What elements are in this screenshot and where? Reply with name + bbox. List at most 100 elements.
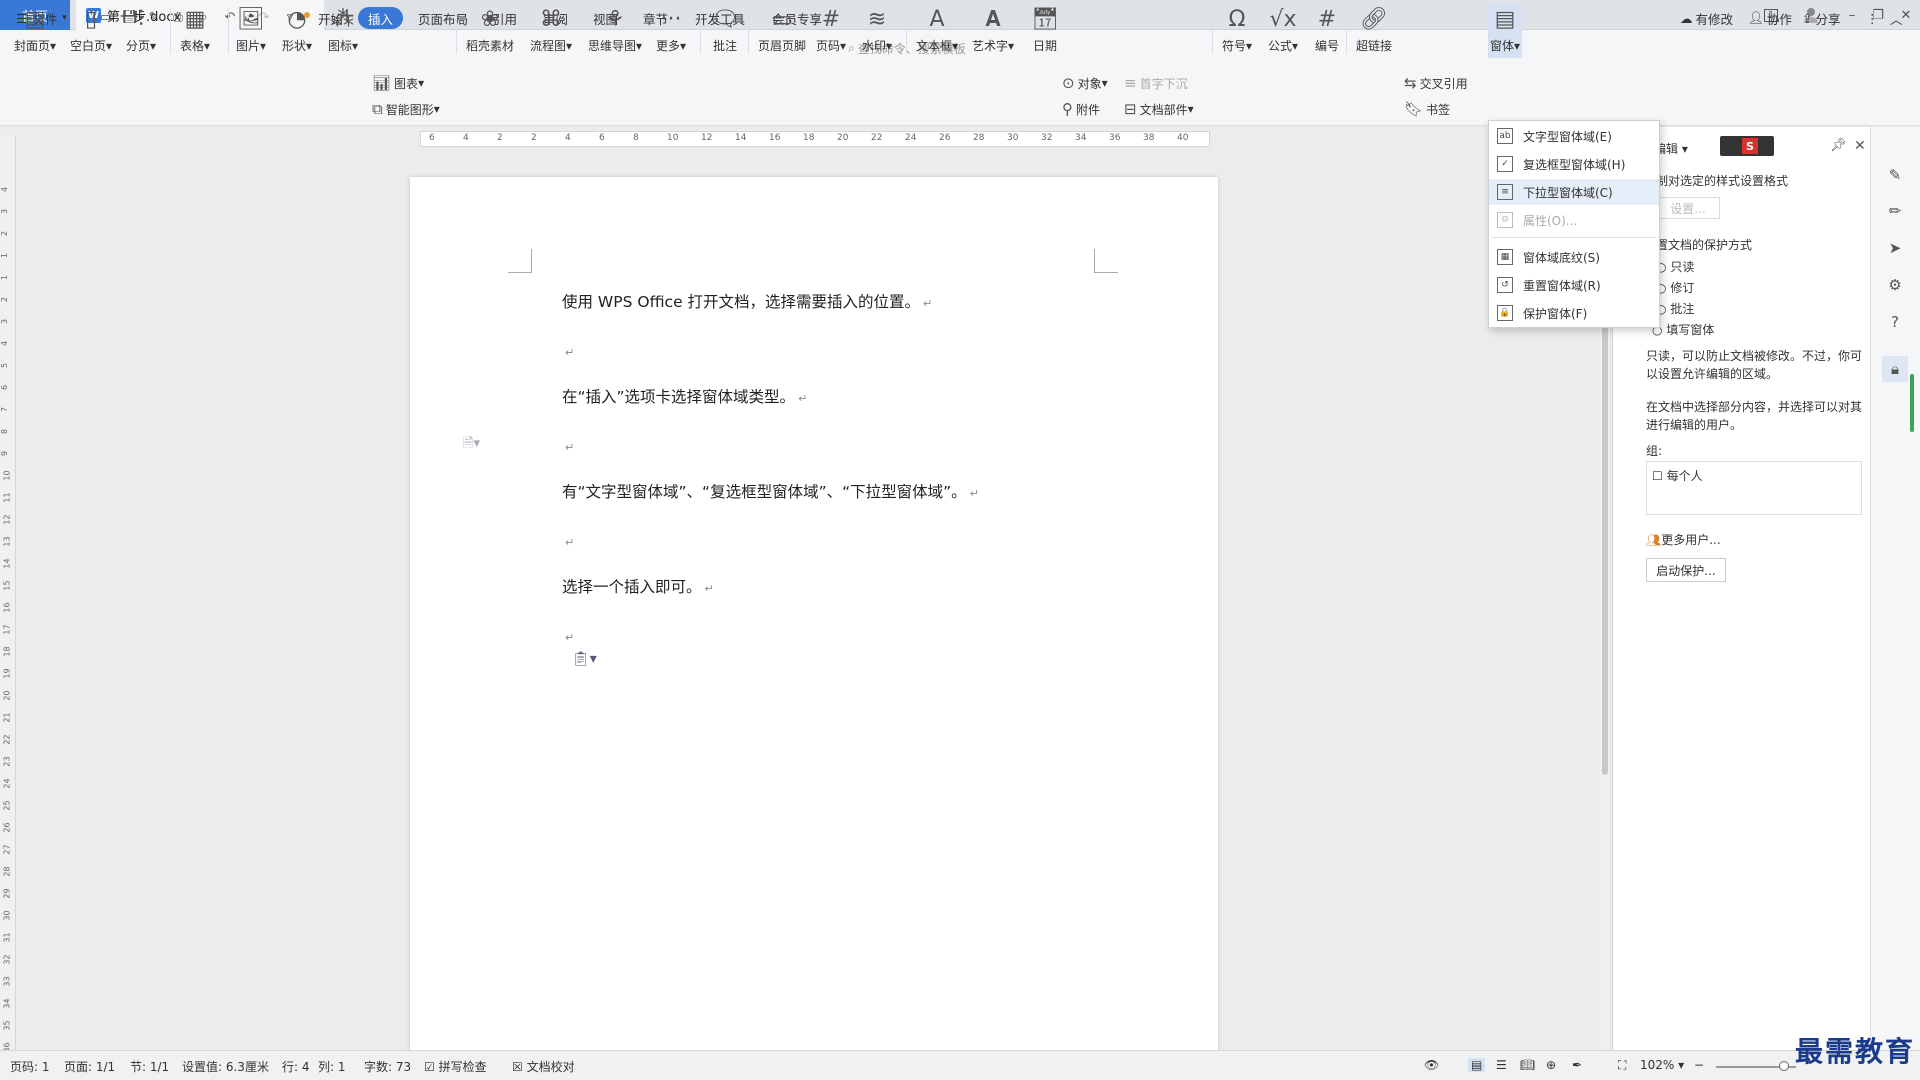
- wordart-button[interactable]: 𝐀 艺术字▾: [972, 4, 1014, 54]
- document-line[interactable]: 使用 WPS Office 打开文档，选择需要插入的位置。 ↵: [562, 290, 932, 312]
- settings-button[interactable]: 设置...: [1656, 197, 1720, 219]
- page-break-button[interactable]: ⫶ 分页▾: [126, 4, 156, 54]
- cursor-icon[interactable]: ➤: [1882, 235, 1908, 261]
- write-view-icon[interactable]: ✒: [1572, 1058, 1582, 1072]
- flowchart-button[interactable]: ⌘ 流程图▾: [530, 4, 572, 54]
- status-setting[interactable]: 设置值: 6.3厘米: [182, 1058, 269, 1075]
- style-icon[interactable]: ✎: [1882, 162, 1908, 188]
- page-view-icon[interactable]: ▤: [1468, 1058, 1486, 1072]
- ruler-tick-label: 24: [2, 778, 12, 789]
- edit-icon[interactable]: ✏: [1882, 198, 1908, 224]
- doc-proof-button[interactable]: ☒ 文档校对: [512, 1058, 575, 1075]
- eye-protection-icon[interactable]: 👁︎: [1424, 1058, 1439, 1072]
- document-empty-line[interactable]: ↵: [562, 437, 574, 455]
- dropdown-item-reset-fields[interactable]: ↺ 重置窗体域(R): [1489, 272, 1659, 298]
- spell-check-button[interactable]: ☑ 拼写检查: [424, 1058, 487, 1075]
- horizontal-ruler[interactable]: 6 4 2 2 4 6 8 10 12 14 16 18 20 22 24 26 28 30 32 34 36 38 40: [420, 131, 1210, 147]
- blank-page-button[interactable]: ▯ 空白页▾: [70, 4, 112, 54]
- help-icon[interactable]: ?: [1882, 309, 1908, 335]
- status-words[interactable]: 字数: 73: [364, 1058, 411, 1075]
- zoom-out-button[interactable]: −: [1694, 1058, 1704, 1072]
- hyperlink-button[interactable]: 🔗︎ 超链接: [1356, 4, 1392, 54]
- shape-button[interactable]: ◔ 形状▾: [282, 4, 312, 54]
- mindmap-button[interactable]: ⚘ 思维导图▾: [588, 4, 642, 54]
- dropdown-item-label: 窗体域底纹(S): [1523, 250, 1600, 265]
- modified-button[interactable]: ☁ 有修改: [1680, 7, 1733, 29]
- zoom-level-dropdown[interactable]: 102% ▾: [1640, 1058, 1684, 1072]
- header-footer-button[interactable]: ▭ 页眉页脚: [758, 4, 806, 54]
- material-button[interactable]: ❀ 稻壳素材: [466, 4, 514, 54]
- dropdown-item-field-shading[interactable]: ▦ 窗体域底纹(S): [1489, 244, 1659, 270]
- minimize-button[interactable]: –: [1838, 0, 1866, 30]
- form-button[interactable]: ▤ 窗体▾: [1488, 4, 1523, 58]
- tab-insert[interactable]: 插入: [358, 7, 404, 29]
- reading-view-icon[interactable]: 📖︎: [1520, 1058, 1535, 1072]
- form-icon: ▤: [1494, 6, 1516, 32]
- textbox-button[interactable]: A 文本框▾: [916, 4, 958, 54]
- dropdown-item-properties[interactable]: ⚙ 属性(O)...: [1489, 207, 1659, 233]
- dropdown-item-protect-form[interactable]: 🔒 保护窗体(F): [1489, 300, 1659, 326]
- comment-button[interactable]: 🗨︎ 批注: [710, 4, 740, 54]
- dropdown-item-dropdown-field[interactable]: ≡ 下拉型窗体域(C): [1489, 179, 1659, 205]
- status-page[interactable]: 页码: 1: [10, 1058, 50, 1075]
- document-line[interactable]: 选择一个插入即可。 ↵: [562, 575, 714, 597]
- web-view-icon[interactable]: ⊕: [1546, 1058, 1556, 1072]
- status-section[interactable]: 节: 1/1: [130, 1058, 169, 1075]
- dropcap-button[interactable]: ≡ 首字下沉: [1124, 74, 1188, 92]
- collapse-ribbon-icon[interactable]: ︿: [1890, 7, 1903, 29]
- radio-comments[interactable]: ○ 批注: [1656, 300, 1694, 317]
- tab-page-layout[interactable]: 页面布局: [418, 7, 468, 29]
- pin-pane-icon[interactable]: 📌︎: [1830, 138, 1847, 153]
- paste-options-icon[interactable]: 📋︎▾: [572, 651, 597, 667]
- paragraph-handle-icon[interactable]: 🗎︎▾: [463, 434, 480, 456]
- document-empty-line[interactable]: ↵: [562, 342, 574, 360]
- ime-toolbar[interactable]: S: [1720, 136, 1774, 156]
- more-button[interactable]: ··· 更多▾: [656, 4, 686, 54]
- radio-revisions[interactable]: ○ 修订: [1656, 279, 1694, 296]
- collab-button[interactable]: 👤︎ 协作: [1748, 7, 1792, 29]
- crossref-button[interactable]: ⇆ 交叉引用: [1404, 74, 1468, 92]
- dropdown-item-text-field[interactable]: ab 文字型窗体域(E): [1489, 123, 1659, 149]
- restrict-format-option[interactable]: 制对选定的样式设置格式: [1656, 172, 1788, 189]
- document-empty-line[interactable]: ↵: [562, 532, 574, 550]
- page-number-button[interactable]: # 页码▾: [816, 4, 846, 54]
- status-pages[interactable]: 页面: 1/1: [64, 1058, 115, 1075]
- fit-page-icon[interactable]: ⛶: [1618, 1058, 1626, 1073]
- smartart-button[interactable]: ⧉ 智能图形 ▾: [372, 100, 440, 118]
- symbol-button[interactable]: Ω 符号▾: [1222, 4, 1252, 54]
- start-protection-button[interactable]: 启动保护...: [1646, 558, 1726, 582]
- document-empty-line[interactable]: ↵: [562, 627, 574, 645]
- formula-button[interactable]: √x 公式▾: [1268, 4, 1298, 54]
- protect-way-option[interactable]: 置文档的保护方式: [1656, 236, 1752, 253]
- document-line[interactable]: 有“文字型窗体域”、“复选框型窗体域”、“下拉型窗体域”。 ↵: [562, 480, 979, 502]
- numbering-button[interactable]: # 编号: [1312, 4, 1342, 54]
- cover-page-button[interactable]: ▤ 封面页▾: [14, 4, 56, 54]
- outline-view-icon[interactable]: ☰: [1496, 1058, 1507, 1072]
- dropdown-item-checkbox-field[interactable]: ✓ 复选框型窗体域(H): [1489, 151, 1659, 177]
- more-options-icon[interactable]: ⋮: [1866, 7, 1879, 29]
- zoom-slider-handle[interactable]: [1779, 1061, 1789, 1071]
- bookmark-button[interactable]: 🔖︎ 书签: [1404, 100, 1450, 118]
- everyone-checkbox[interactable]: ☐ 每个人: [1652, 467, 1703, 484]
- object-button[interactable]: ⊙ 对象 ▾: [1062, 74, 1108, 92]
- table-button[interactable]: ▦ 表格▾: [180, 4, 210, 54]
- ruler-tick-label: 14: [2, 558, 12, 569]
- more-users-link[interactable]: 👥︎更多用户...: [1646, 531, 1721, 548]
- document-line[interactable]: 在“插入”选项卡选择窗体域类型。 ↵: [562, 385, 807, 407]
- chart-button[interactable]: 📊︎ 图表 ▾: [372, 74, 424, 92]
- share-button[interactable]: ⇪ 分享: [1802, 7, 1841, 29]
- watermark-button[interactable]: ≋ 水印▾: [862, 4, 892, 54]
- vertical-ruler[interactable]: 4 3 2 1 1 2 3 4 5 6 7 8 9 10 11 12 13 14 15 16 17 18 19 20 21 22 2…: [0, 135, 16, 1053]
- lock-icon[interactable]: 🔒︎: [1882, 356, 1908, 382]
- date-button[interactable]: 📅︎ 日期: [1030, 4, 1060, 54]
- picture-button[interactable]: 🖼︎ 图片▾: [236, 4, 266, 54]
- radio-readonly[interactable]: ○ 只读: [1656, 258, 1694, 275]
- adjust-icon[interactable]: ⚙: [1882, 272, 1908, 298]
- status-col[interactable]: 列: 1: [318, 1058, 346, 1075]
- icons-button[interactable]: ⁂ 图标▾: [328, 4, 358, 54]
- docparts-button[interactable]: ⊟ 文档部件 ▾: [1124, 100, 1194, 118]
- attachment-button[interactable]: ⚲ 附件: [1062, 100, 1100, 118]
- close-pane-icon[interactable]: ✕: [1854, 138, 1866, 154]
- radio-fill-forms[interactable]: ○ 填写窗体: [1652, 321, 1714, 338]
- status-row[interactable]: 行: 4: [282, 1058, 310, 1075]
